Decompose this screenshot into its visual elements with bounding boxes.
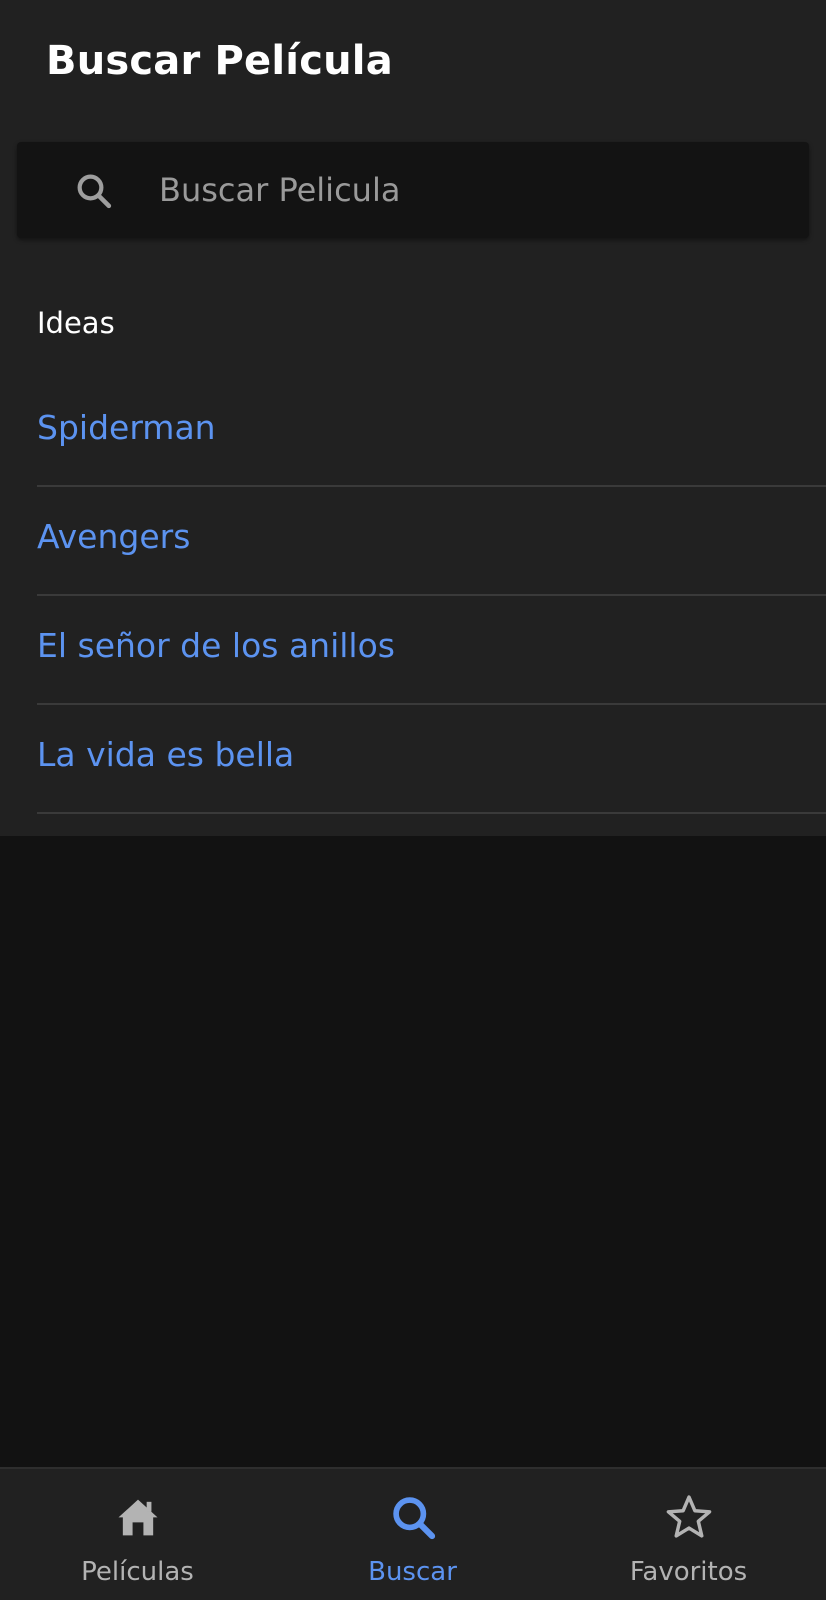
nav-item-favoritos[interactable]: Favoritos: [551, 1469, 826, 1600]
page-title: Buscar Película: [46, 38, 393, 84]
idea-item-el-senor-de-los-anillos[interactable]: El señor de los anillos: [37, 596, 826, 705]
idea-item-label: La vida es bella: [37, 735, 295, 774]
star-icon: [666, 1495, 711, 1538]
search-icon: [77, 174, 112, 209]
idea-item-label: Spiderman: [37, 408, 216, 447]
app-root: Buscar Película Ideas Spiderman Avengers…: [0, 0, 826, 1600]
nav-item-buscar[interactable]: Buscar: [275, 1469, 550, 1600]
idea-item-spiderman[interactable]: Spiderman: [37, 378, 826, 487]
ideas-heading: Ideas: [37, 306, 115, 340]
nav-item-peliculas[interactable]: Películas: [0, 1469, 275, 1600]
idea-item-label: Avengers: [37, 517, 191, 556]
ideas-list: Spiderman Avengers El señor de los anill…: [37, 378, 826, 814]
nav-label: Películas: [81, 1557, 194, 1587]
search-bar[interactable]: [17, 142, 809, 238]
idea-item-avengers[interactable]: Avengers: [37, 487, 826, 596]
idea-item-label: El señor de los anillos: [37, 626, 395, 665]
search-screen: Buscar Película Ideas Spiderman Avengers…: [0, 0, 826, 836]
search-icon: [392, 1497, 435, 1540]
search-input[interactable]: [141, 160, 799, 220]
bottom-navigation: Películas Buscar Favoritos: [0, 1467, 826, 1600]
home-icon: [118, 1499, 157, 1536]
idea-item-la-vida-es-bella[interactable]: La vida es bella: [37, 705, 826, 814]
nav-label: Buscar: [368, 1557, 457, 1587]
nav-label: Favoritos: [629, 1557, 748, 1587]
